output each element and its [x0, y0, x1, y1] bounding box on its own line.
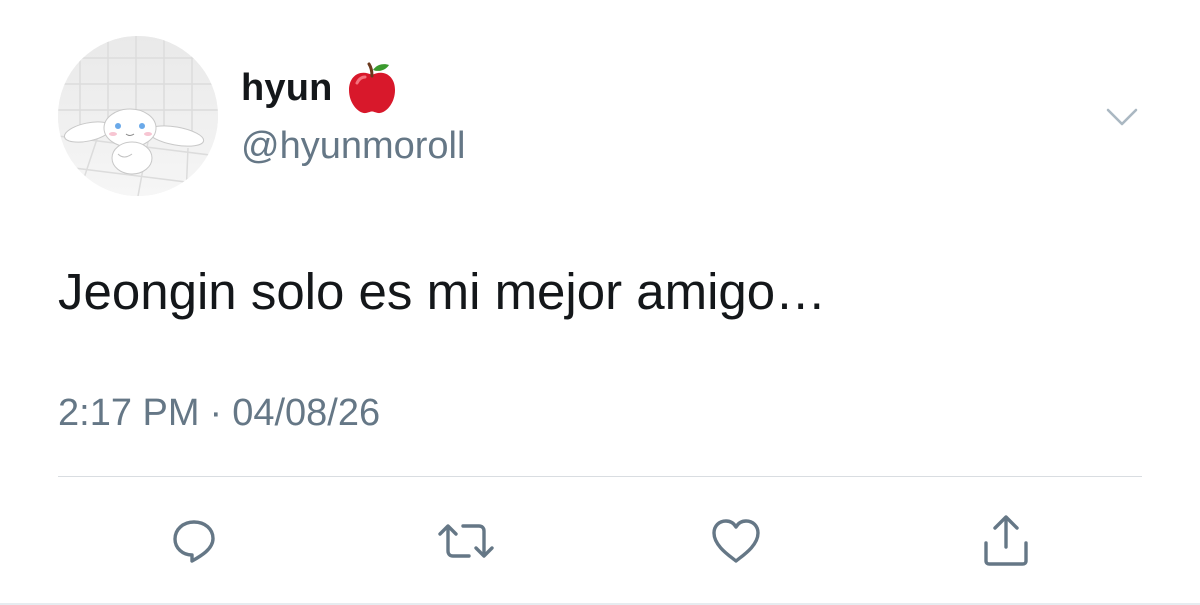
tweet-card: hyun @hyunmoroll Jeongin solo es mi mejo…: [0, 0, 1200, 605]
display-name-row[interactable]: hyun: [241, 62, 397, 114]
timestamp-separator: ·: [209, 392, 223, 434]
tweet-time: 2:17 PM: [58, 392, 200, 434]
like-icon: [712, 519, 760, 563]
share-icon: [984, 515, 1028, 566]
tweet-timestamp[interactable]: 2:17 PM · 04/08/26: [58, 388, 380, 438]
user-handle[interactable]: @hyunmoroll: [241, 120, 465, 172]
tweet-date: 04/08/26: [232, 392, 381, 434]
divider: [58, 476, 1142, 477]
reply-icon: [173, 520, 215, 563]
like-button[interactable]: [706, 512, 766, 570]
display-name[interactable]: hyun: [241, 67, 333, 110]
chevron-down-icon[interactable]: [1104, 102, 1140, 130]
reply-button[interactable]: [164, 512, 224, 570]
avatar[interactable]: [58, 36, 218, 196]
red-apple-icon: [347, 61, 397, 115]
tweet-text: Jeongin solo es mi mejor amigo…: [58, 263, 827, 320]
retweet-button[interactable]: [436, 512, 496, 570]
cinnamoroll-avatar-image: [58, 36, 218, 196]
share-button[interactable]: [976, 512, 1036, 570]
retweet-icon: [438, 524, 494, 558]
